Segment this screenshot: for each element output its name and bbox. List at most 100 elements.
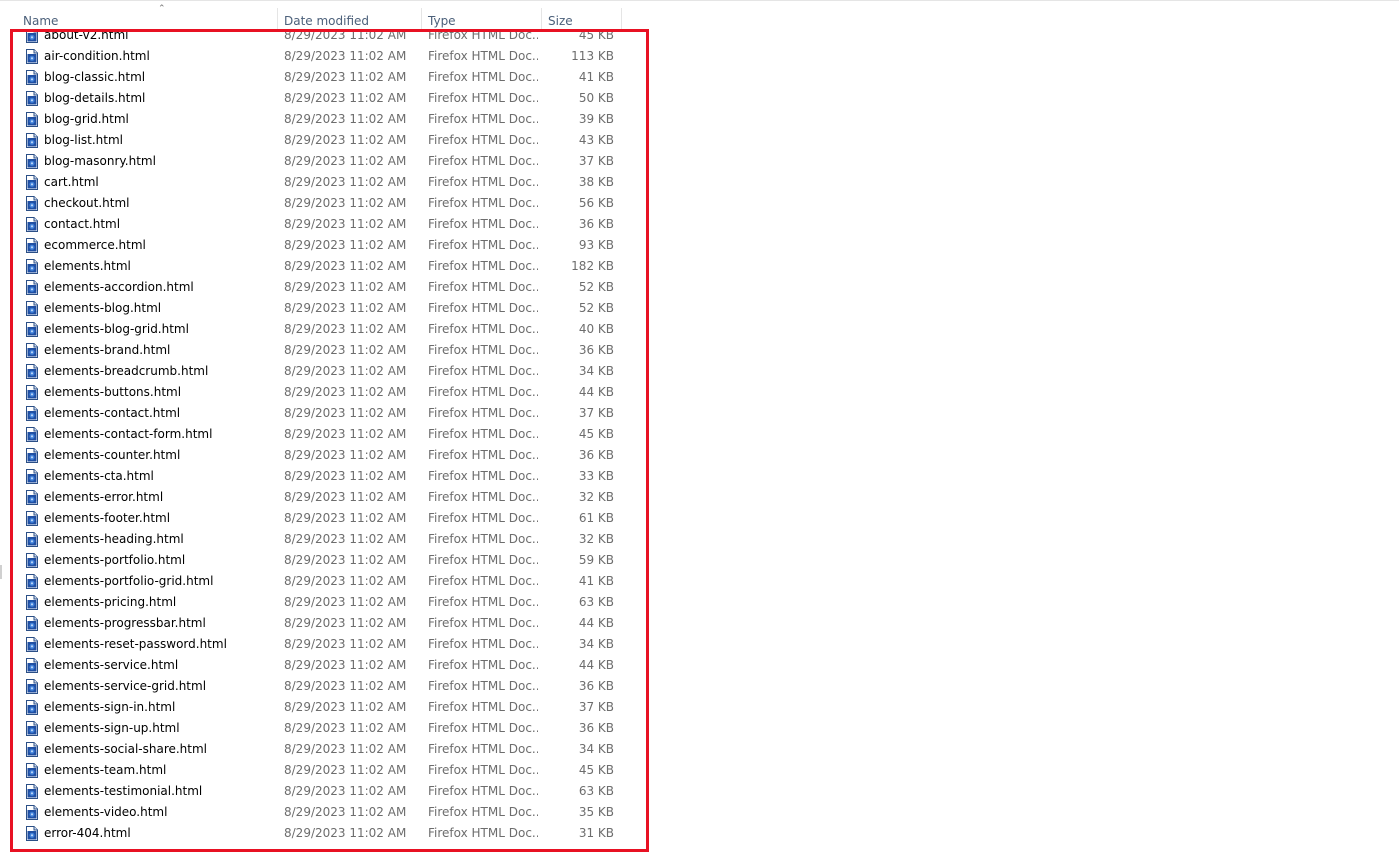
column-header-size[interactable]: Size [542,8,622,30]
file-row[interactable]: elements-brand.html 8/29/2023 11:02 AM F… [0,340,650,361]
file-row[interactable]: elements-contact-form.html 8/29/2023 11:… [0,424,650,445]
file-row[interactable]: checkout.html 8/29/2023 11:02 AM Firefox… [0,193,650,214]
file-row[interactable]: blog-grid.html 8/29/2023 11:02 AM Firefo… [0,109,650,130]
file-row[interactable]: elements-service-grid.html 8/29/2023 11:… [0,676,650,697]
file-name: contact.html [44,217,121,231]
file-row[interactable]: elements-video.html 8/29/2023 11:02 AM F… [0,802,650,823]
file-date-modified: 8/29/2023 11:02 AM [284,490,407,504]
firefox-html-file-icon [26,637,38,652]
file-list-viewport[interactable]: about-v2.html 8/29/2023 11:02 AM Firefox… [0,30,650,852]
file-name-cell: elements-portfolio-grid.html [26,571,276,592]
file-row[interactable]: blog-list.html 8/29/2023 11:02 AM Firefo… [0,130,650,151]
file-row[interactable]: elements-social-share.html 8/29/2023 11:… [0,739,650,760]
firefox-html-file-icon [26,217,38,232]
file-row[interactable]: elements.html 8/29/2023 11:02 AM Firefox… [0,256,650,277]
file-row[interactable]: cart.html 8/29/2023 11:02 AM Firefox HTM… [0,172,650,193]
file-date-modified: 8/29/2023 11:02 AM [284,259,407,273]
file-size: 38 KB [578,175,614,189]
file-name-cell: blog-list.html [26,130,276,151]
file-size: 52 KB [578,301,614,315]
file-type: Firefox HTML Doc... [428,343,538,357]
file-name-cell: elements-breadcrumb.html [26,361,276,382]
file-size: 34 KB [578,637,614,651]
file-row[interactable]: elements-pricing.html 8/29/2023 11:02 AM… [0,592,650,613]
file-row[interactable]: elements-buttons.html 8/29/2023 11:02 AM… [0,382,650,403]
firefox-html-file-icon [26,259,38,274]
file-type: Firefox HTML Doc... [428,532,538,546]
file-row[interactable]: blog-classic.html 8/29/2023 11:02 AM Fir… [0,67,650,88]
firefox-html-file-icon [26,553,38,568]
file-row[interactable]: error-404.html 8/29/2023 11:02 AM Firefo… [0,823,650,844]
firefox-html-file-icon [26,238,38,253]
file-row[interactable]: elements-contact.html 8/29/2023 11:02 AM… [0,403,650,424]
file-size: 43 KB [578,133,614,147]
file-row[interactable]: elements-blog.html 8/29/2023 11:02 AM Fi… [0,298,650,319]
file-type: Firefox HTML Doc... [428,280,538,294]
file-name-cell: elements-blog-grid.html [26,319,276,340]
file-row[interactable]: contact.html 8/29/2023 11:02 AM Firefox … [0,214,650,235]
file-date-modified: 8/29/2023 11:02 AM [284,217,407,231]
file-name-cell: elements-cta.html [26,466,276,487]
file-name: elements-blog-grid.html [44,322,189,336]
file-row[interactable]: elements-team.html 8/29/2023 11:02 AM Fi… [0,760,650,781]
file-row[interactable]: elements-heading.html 8/29/2023 11:02 AM… [0,529,650,550]
file-date-modified: 8/29/2023 11:02 AM [284,154,407,168]
firefox-html-file-icon [26,301,38,316]
file-name: elements-sign-in.html [44,700,176,714]
file-row[interactable]: blog-masonry.html 8/29/2023 11:02 AM Fir… [0,151,650,172]
file-row[interactable]: elements-accordion.html 8/29/2023 11:02 … [0,277,650,298]
column-header-date[interactable]: Date modified [278,8,422,30]
file-size: 36 KB [578,217,614,231]
file-row[interactable]: elements-breadcrumb.html 8/29/2023 11:02… [0,361,650,382]
file-row[interactable]: elements-cta.html 8/29/2023 11:02 AM Fir… [0,466,650,487]
file-list: about-v2.html 8/29/2023 11:02 AM Firefox… [0,30,650,844]
file-name: elements-counter.html [44,448,181,462]
file-row[interactable]: ecommerce.html 8/29/2023 11:02 AM Firefo… [0,235,650,256]
file-name-cell: elements-error.html [26,487,276,508]
firefox-html-file-icon [26,721,38,736]
file-type: Firefox HTML Doc... [428,448,538,462]
file-row[interactable]: elements-sign-in.html 8/29/2023 11:02 AM… [0,697,650,718]
file-size: 40 KB [578,322,614,336]
file-name: elements-service.html [44,658,179,672]
file-type: Firefox HTML Doc... [428,238,538,252]
file-date-modified: 8/29/2023 11:02 AM [284,301,407,315]
file-name-cell: elements-sign-up.html [26,718,276,739]
file-name: elements-service-grid.html [44,679,207,693]
file-date-modified: 8/29/2023 11:02 AM [284,280,407,294]
firefox-html-file-icon [26,427,38,442]
file-row[interactable]: blog-details.html 8/29/2023 11:02 AM Fir… [0,88,650,109]
file-row[interactable]: elements-reset-password.html 8/29/2023 1… [0,634,650,655]
file-row[interactable]: elements-counter.html 8/29/2023 11:02 AM… [0,445,650,466]
file-type: Firefox HTML Doc... [428,490,538,504]
firefox-html-file-icon [26,280,38,295]
file-type: Firefox HTML Doc... [428,70,538,84]
file-size: 59 KB [578,553,614,567]
file-name: elements-blog.html [44,301,162,315]
file-row[interactable]: elements-progressbar.html 8/29/2023 11:0… [0,613,650,634]
column-header-name[interactable]: ⌃ Name [17,4,278,30]
firefox-html-file-icon [26,784,38,799]
file-size: 36 KB [578,448,614,462]
file-row[interactable]: elements-sign-up.html 8/29/2023 11:02 AM… [0,718,650,739]
file-row[interactable]: elements-error.html 8/29/2023 11:02 AM F… [0,487,650,508]
file-row[interactable]: elements-blog-grid.html 8/29/2023 11:02 … [0,319,650,340]
firefox-html-file-icon [26,742,38,757]
file-row[interactable]: about-v2.html 8/29/2023 11:02 AM Firefox… [0,30,650,46]
file-date-modified: 8/29/2023 11:02 AM [284,406,407,420]
file-row[interactable]: elements-testimonial.html 8/29/2023 11:0… [0,781,650,802]
file-name: about-v2.html [44,30,129,42]
file-row[interactable]: elements-footer.html 8/29/2023 11:02 AM … [0,508,650,529]
column-header-type[interactable]: Type [422,8,542,30]
file-row[interactable]: elements-portfolio.html 8/29/2023 11:02 … [0,550,650,571]
file-name: elements-portfolio-grid.html [44,574,214,588]
pane-resize-grip[interactable] [0,565,2,579]
file-row[interactable]: air-condition.html 8/29/2023 11:02 AM Fi… [0,46,650,67]
file-name-cell: elements-footer.html [26,508,276,529]
file-date-modified: 8/29/2023 11:02 AM [284,238,407,252]
file-row[interactable]: elements-portfolio-grid.html 8/29/2023 1… [0,571,650,592]
firefox-html-file-icon [26,511,38,526]
file-row[interactable]: elements-service.html 8/29/2023 11:02 AM… [0,655,650,676]
column-header-bar: ⌃ Name Date modified Type Size [0,4,622,30]
file-name: checkout.html [44,196,130,210]
